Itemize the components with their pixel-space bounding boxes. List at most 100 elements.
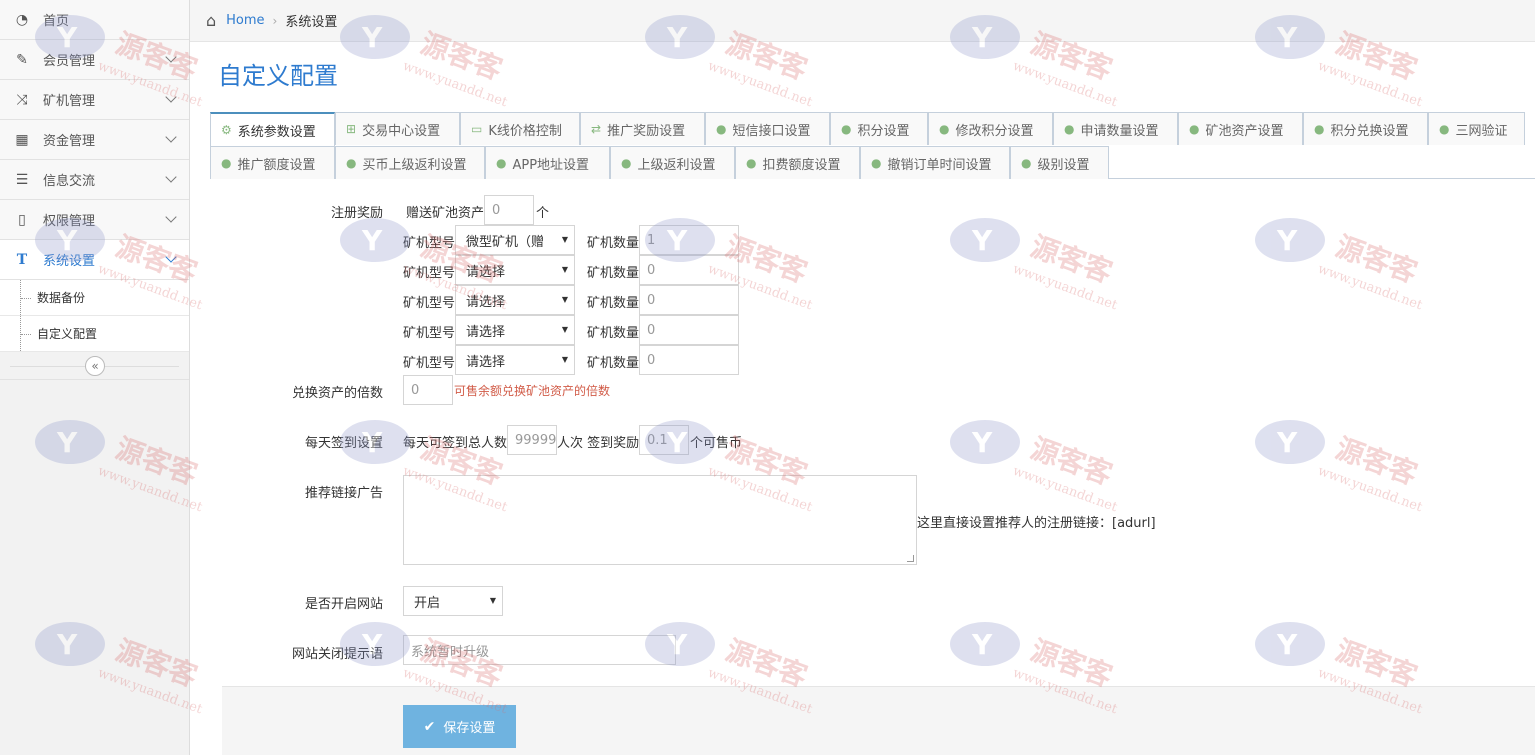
breadcrumb-home-link[interactable]: Home xyxy=(226,13,264,28)
tab-label: 修改积分设置 xyxy=(955,123,1034,139)
tab-kline-price[interactable]: ▭ K线价格控制 xyxy=(460,112,580,145)
tab-label: 申请数量设置 xyxy=(1080,123,1159,139)
signin-count-input[interactable]: 99999 xyxy=(507,425,557,455)
miner-model-label: 矿机型号 xyxy=(403,266,456,281)
sidebar-item-miners[interactable]: ⤨ 矿机管理 xyxy=(0,80,189,120)
watermark-text: 源客客 xyxy=(1331,431,1422,492)
tab-label: 推广奖励设置 xyxy=(607,123,686,139)
exchange-multiple-input[interactable]: 0 xyxy=(403,375,453,405)
tab-label: 买币上级返利设置 xyxy=(362,157,467,173)
sidebar-item-members[interactable]: ✎ 会员管理 xyxy=(0,40,189,80)
sidebar-item-system-settings[interactable]: T 系统设置 xyxy=(0,240,189,280)
chevron-down-icon xyxy=(165,211,177,223)
watermark-text: 源客客 xyxy=(1331,229,1422,290)
collapse-sidebar-icon[interactable]: « xyxy=(85,356,105,376)
tab-level[interactable]: ● 级别设置 xyxy=(1010,146,1109,179)
tab-pool-assets[interactable]: ● 矿池资产设置 xyxy=(1178,112,1303,145)
chevron-down-icon xyxy=(165,251,177,263)
miner-model-select[interactable]: 请选择 xyxy=(455,285,575,315)
close-message-input[interactable]: 系统暂时升级 xyxy=(403,635,676,665)
tab-trade-center[interactable]: ⊞ 交易中心设置 xyxy=(335,112,460,145)
signin-prefix-text: 每天可签到总人数 xyxy=(403,436,508,451)
miner-model-select[interactable]: 微型矿机（赠 xyxy=(455,225,575,255)
miner-qty-input[interactable]: 0 xyxy=(639,315,739,345)
tab-label: 推广额度设置 xyxy=(237,157,316,173)
site-open-label: 是否开启网站 xyxy=(304,597,383,612)
sidebar-subitem-custom-config[interactable]: 自定义配置 xyxy=(0,316,189,352)
gift-prefix-text: 赠送矿池资产 xyxy=(406,206,485,221)
watermark-logo-icon xyxy=(1255,420,1325,464)
miner-qty-label: 矿机数量 xyxy=(587,326,640,341)
miner-qty-input[interactable]: 1 xyxy=(639,225,739,255)
user-icon: ● xyxy=(496,156,507,170)
watermark-logo-icon xyxy=(1255,218,1325,262)
watermark-text: 源客客 xyxy=(1026,229,1117,290)
tab-points[interactable]: ● 积分设置 xyxy=(830,112,928,145)
watermark-logo-icon xyxy=(1255,622,1325,666)
ad-textarea[interactable] xyxy=(403,475,917,565)
user-icon: ● xyxy=(621,156,632,170)
miner-qty-label: 矿机数量 xyxy=(587,236,640,251)
tab-fee-quota[interactable]: ● 扣费额度设置 xyxy=(735,146,860,179)
tab-three-network[interactable]: ● 三网验证 xyxy=(1428,112,1525,145)
miner-model-select[interactable]: 请选择 xyxy=(455,345,575,375)
tab-modify-points[interactable]: ● 修改积分设置 xyxy=(928,112,1053,145)
gift-pool-asset-input[interactable]: 0 xyxy=(484,195,534,225)
user-icon: ● xyxy=(1314,122,1325,136)
sidebar-item-label: 权限管理 xyxy=(43,214,96,229)
register-reward-label: 注册奖励 xyxy=(330,206,383,221)
sidebar-item-label: 资金管理 xyxy=(43,134,96,149)
exchange-multiple-hint: 可售余额兑换矿池资产的倍数 xyxy=(454,384,611,398)
credit-card-icon: ▭ xyxy=(471,122,483,136)
sidebar-item-permissions[interactable]: ▯ 权限管理 xyxy=(0,200,189,240)
tab-apply-quantity[interactable]: ● 申请数量设置 xyxy=(1053,112,1178,145)
close-message-label: 网站关闭提示语 xyxy=(291,647,383,662)
tab-cancel-order-time[interactable]: ● 撤销订单时间设置 xyxy=(860,146,1010,179)
breadcrumb-current: 系统设置 xyxy=(285,15,338,30)
tab-upline-rebate[interactable]: ● 上级返利设置 xyxy=(610,146,735,179)
check-icon: ✔ xyxy=(423,718,436,735)
miner-model-label: 矿机型号 xyxy=(403,296,456,311)
tab-system-params[interactable]: ⚙ 系统参数设置 xyxy=(210,112,335,146)
tab-label: K线价格控制 xyxy=(488,123,562,139)
miner-qty-label: 矿机数量 xyxy=(587,266,640,281)
miner-model-label: 矿机型号 xyxy=(403,236,456,251)
signin-reward-input[interactable]: 0.1 xyxy=(639,425,689,455)
tab-buy-rebate[interactable]: ● 买币上级返利设置 xyxy=(335,146,485,179)
tab-points-exchange[interactable]: ● 积分兑换设置 xyxy=(1303,112,1428,145)
cogs-icon: ⚙ xyxy=(221,123,232,137)
file-icon: ▯ xyxy=(18,211,26,228)
tab-promo-quota[interactable]: ● 推广额度设置 xyxy=(210,146,335,179)
tab-label: APP地址设置 xyxy=(512,157,590,173)
sidebar-item-home[interactable]: ◔ 首页 xyxy=(0,0,189,40)
shuffle-icon: ⤨ xyxy=(16,91,28,108)
tab-label: 上级返利设置 xyxy=(637,157,716,173)
user-icon: ● xyxy=(716,122,727,136)
plus-square-icon: ⊞ xyxy=(346,122,357,136)
miner-qty-input[interactable]: 0 xyxy=(639,285,739,315)
user-icon: ● xyxy=(1064,122,1075,136)
miner-qty-input[interactable]: 0 xyxy=(639,345,739,375)
site-open-select[interactable]: 开启 xyxy=(403,586,503,616)
sidebar-subitem-backup[interactable]: 数据备份 xyxy=(0,280,189,316)
sidebar-item-label: 系统设置 xyxy=(43,254,96,269)
edit-icon: ✎ xyxy=(16,51,28,68)
user-icon: ● xyxy=(841,122,852,136)
sidebar-item-funds[interactable]: ▦ 资金管理 xyxy=(0,120,189,160)
exchange-multiple-label: 兑换资产的倍数 xyxy=(291,386,383,401)
sidebar-item-messages[interactable]: ☰ 信息交流 xyxy=(0,160,189,200)
miner-qty-input[interactable]: 0 xyxy=(639,255,739,285)
tab-label: 积分设置 xyxy=(857,123,910,139)
miner-model-select[interactable]: 请选择 xyxy=(455,315,575,345)
tab-label: 矿池资产设置 xyxy=(1205,123,1284,139)
calendar-icon: ▦ xyxy=(15,131,29,148)
tab-sms-api[interactable]: ● 短信接口设置 xyxy=(705,112,830,145)
tab-promo-reward[interactable]: ⇄ 推广奖励设置 xyxy=(580,112,705,145)
breadcrumb: ⌂ Home › 系统设置 xyxy=(190,0,1535,42)
save-settings-button[interactable]: ✔ 保存设置 xyxy=(403,705,516,748)
tab-app-url[interactable]: ● APP地址设置 xyxy=(485,146,610,179)
watermark-logo-icon xyxy=(950,420,1020,464)
miner-qty-label: 矿机数量 xyxy=(587,296,640,311)
miner-model-select[interactable]: 请选择 xyxy=(455,255,575,285)
ad-label: 推荐链接广告 xyxy=(304,486,383,501)
